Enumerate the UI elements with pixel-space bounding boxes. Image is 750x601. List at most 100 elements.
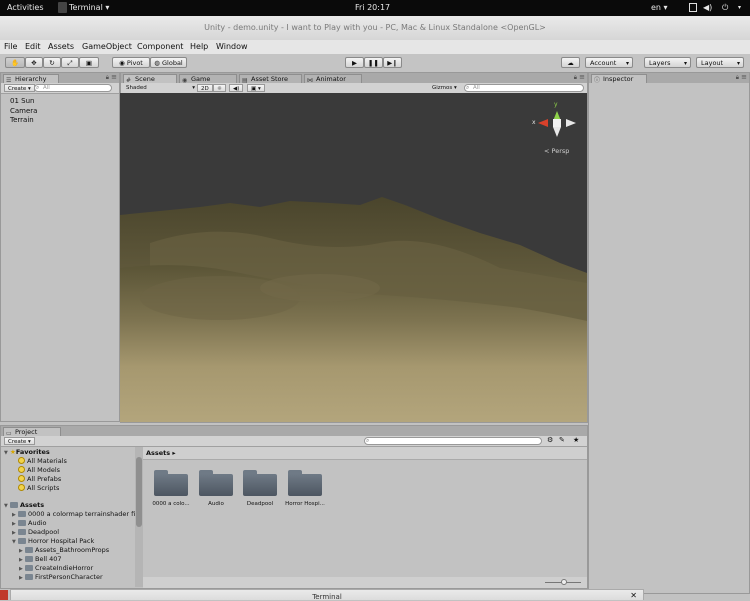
- menu-help[interactable]: Help: [190, 42, 208, 51]
- folder-icon[interactable]: [288, 470, 322, 496]
- pause-button[interactable]: ❚❚: [364, 57, 383, 68]
- menu-gameobject[interactable]: GameObject: [82, 42, 132, 51]
- tree-folder[interactable]: ▶ Assets_BathroomProps: [19, 546, 109, 555]
- menu-edit[interactable]: Edit: [25, 42, 41, 51]
- tab-inspector[interactable]: ⓘ Inspector: [591, 74, 647, 84]
- favorite-all-prefabs[interactable]: All Prefabs: [18, 475, 61, 484]
- tree-folder[interactable]: ▶ Bell 407: [19, 555, 62, 564]
- tree-folder[interactable]: ▼ Horror Hospital Pack: [12, 537, 94, 546]
- tree-folder[interactable]: ▶ CreateIndieHorror: [19, 564, 93, 573]
- tab-hierarchy[interactable]: ☰ Hierarchy: [3, 74, 59, 84]
- rect-tool-icon[interactable]: ▣: [79, 57, 99, 68]
- layers-dropdown[interactable]: Layers: [644, 57, 691, 69]
- perspective-label[interactable]: < Persp: [544, 147, 569, 155]
- hierarchy-item-sun[interactable]: 01 Sun: [10, 97, 34, 105]
- scale-tool-icon[interactable]: ⤢: [61, 57, 79, 68]
- gizmos-dropdown[interactable]: Gizmos ▾: [429, 84, 460, 92]
- cloud-icon[interactable]: ☁: [561, 57, 580, 68]
- assets-root[interactable]: ▼ Assets: [4, 501, 44, 510]
- lock-icon[interactable]: 🔒︎: [106, 74, 109, 82]
- folder-icon[interactable]: [199, 470, 233, 496]
- breadcrumb-assets[interactable]: Assets ▸: [146, 449, 176, 457]
- tab-animator[interactable]: ⋈ Animator: [304, 74, 362, 84]
- tab-asset-store[interactable]: ▤ Asset Store: [239, 74, 302, 84]
- 2d-toggle[interactable]: 2D: [197, 84, 213, 92]
- activities-button[interactable]: Activities: [7, 3, 44, 12]
- icon-size-slider-thumb[interactable]: [561, 579, 567, 585]
- panel-menu-icon[interactable]: ≡: [741, 73, 747, 81]
- hand-tool-icon[interactable]: ✋: [5, 57, 25, 68]
- favorite-all-scripts[interactable]: All Scripts: [18, 484, 59, 493]
- orientation-gizmo[interactable]: y x < Persp: [532, 101, 582, 156]
- hierarchy-subbar: Create ▾ All: [1, 83, 119, 94]
- menu-window[interactable]: Window: [216, 42, 248, 51]
- pivot-toggle[interactable]: ◉ Pivot: [112, 57, 150, 68]
- hierarchy-panel: ☰Hierarchy 🔒︎ ≡ Create ▾ All 01 Sun Came…: [0, 72, 120, 422]
- tab-project[interactable]: ▭ Project: [3, 427, 61, 437]
- menu-component[interactable]: Component: [137, 42, 183, 51]
- project-subbar: Create ▾ ⚙ ✎ ★: [1, 436, 587, 447]
- clock[interactable]: Fri 20:17: [355, 3, 390, 12]
- rotate-tool-icon[interactable]: ↻: [43, 57, 61, 68]
- folder-icon: [25, 547, 33, 553]
- search-by-label-icon[interactable]: ✎: [559, 436, 565, 444]
- audio-toggle-icon[interactable]: ◀): [229, 84, 244, 92]
- account-dropdown[interactable]: Account: [585, 57, 633, 69]
- asset-folder-label[interactable]: Horror Hospi...: [279, 501, 331, 507]
- tree-folder[interactable]: ▶ Deadpool: [12, 528, 59, 537]
- terminal-window-titlebar[interactable]: Terminal ✕: [10, 589, 644, 601]
- shading-mode-dropdown[interactable]: Shaded ▾: [123, 84, 195, 92]
- hierarchy-item-camera[interactable]: Camera: [10, 107, 37, 115]
- tree-folder[interactable]: ▶ Audio: [12, 519, 46, 528]
- move-tool-icon[interactable]: ✥: [25, 57, 43, 68]
- tree-folder[interactable]: ▶ 0000 a colormap terrainshader fir: [12, 510, 138, 519]
- favorites-header[interactable]: ▼ ★Favorites: [4, 448, 50, 457]
- folder-icon[interactable]: [243, 470, 277, 496]
- favorite-all-materials[interactable]: All Materials: [18, 457, 67, 466]
- step-button[interactable]: ▶❙: [383, 57, 402, 68]
- app-menu[interactable]: Terminal ▾: [69, 3, 109, 12]
- hierarchy-search-input[interactable]: All: [34, 84, 112, 92]
- favorite-all-models[interactable]: All Models: [18, 466, 60, 475]
- notification-icon[interactable]: [0, 590, 8, 600]
- scene-viewport[interactable]: y x < Persp: [120, 93, 587, 422]
- play-button[interactable]: ▶: [345, 57, 364, 68]
- volume-icon[interactable]: ◀): [703, 3, 712, 12]
- layout-dropdown[interactable]: Layout: [696, 57, 744, 69]
- tree-scrollbar-thumb[interactable]: [136, 457, 142, 527]
- gizmo-x-label: x: [532, 119, 536, 126]
- assets-grid: 0000 a colo... Audio Deadpool Horror Hos…: [143, 460, 587, 577]
- global-toggle[interactable]: ◍ Global: [150, 57, 187, 68]
- tab-game[interactable]: ◉ Game: [179, 74, 237, 84]
- search-filter-icon: [18, 484, 25, 491]
- folder-icon[interactable]: [154, 470, 188, 496]
- system-menu-chevron-icon[interactable]: ▾: [738, 4, 741, 11]
- language-indicator[interactable]: en ▾: [651, 3, 668, 12]
- gizmo-neg-x-cone: [566, 119, 576, 127]
- window-list-icon[interactable]: [689, 3, 697, 12]
- close-icon[interactable]: ✕: [630, 591, 637, 600]
- lock-icon[interactable]: 🔒︎: [574, 74, 577, 82]
- panel-menu-icon[interactable]: ≡: [579, 73, 585, 81]
- folder-icon: [25, 565, 33, 571]
- tree-folder[interactable]: ▶ FirstPersonCharacter: [19, 573, 103, 582]
- project-create-dropdown[interactable]: Create ▾: [4, 437, 35, 445]
- project-search-input[interactable]: [364, 437, 542, 445]
- panel-menu-icon[interactable]: ≡: [111, 73, 117, 81]
- tab-scene[interactable]: # Scene: [123, 74, 177, 84]
- menu-assets[interactable]: Assets: [48, 42, 74, 51]
- terrain-render: [120, 93, 587, 422]
- lighting-toggle-icon[interactable]: ☼: [213, 84, 226, 92]
- search-by-type-icon[interactable]: ⚙: [547, 436, 553, 444]
- power-icon[interactable]: ⏻: [722, 3, 728, 13]
- scene-search-input[interactable]: All: [464, 84, 584, 92]
- favorite-star-icon[interactable]: ★: [573, 436, 579, 444]
- tree-scrollbar[interactable]: [135, 447, 143, 587]
- menu-file[interactable]: File: [4, 42, 17, 51]
- hierarchy-tab-row: ☰ Hierarchy 🔒︎ ≡: [1, 73, 119, 84]
- lock-icon[interactable]: 🔒︎: [736, 74, 739, 82]
- info-icon: ⓘ: [594, 77, 601, 84]
- hierarchy-item-terrain[interactable]: Terrain: [10, 116, 34, 124]
- hierarchy-create-dropdown[interactable]: Create ▾: [4, 84, 35, 92]
- effects-dropdown-icon[interactable]: ▣ ▾: [247, 84, 265, 92]
